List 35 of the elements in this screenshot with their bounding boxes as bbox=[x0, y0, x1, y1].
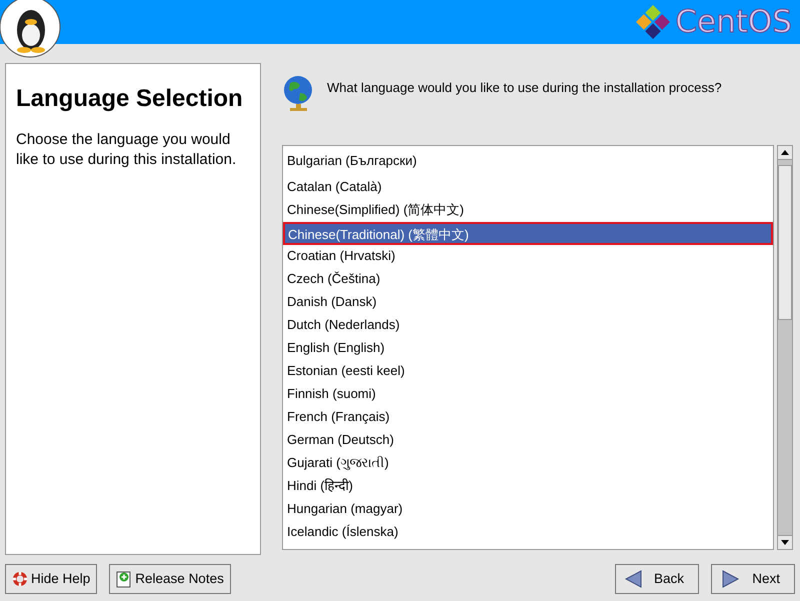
language-item[interactable]: Czech (Čeština) bbox=[283, 268, 773, 291]
question-text: What language would you like to use during the installation process? bbox=[327, 79, 723, 97]
language-item[interactable]: Dutch (Nederlands) bbox=[283, 314, 773, 337]
language-item[interactable]: Chinese(Simplified) (简体中文) bbox=[283, 199, 773, 222]
lifebuoy-icon bbox=[12, 571, 28, 587]
language-item[interactable]: English (English) bbox=[283, 337, 773, 360]
language-item[interactable]: Hindi (हिन्दी) bbox=[283, 475, 773, 498]
scrollbar[interactable] bbox=[777, 145, 793, 550]
help-title: Language Selection bbox=[16, 84, 243, 114]
language-item[interactable]: Icelandic (Íslenska) bbox=[283, 521, 773, 544]
document-plus-icon bbox=[116, 570, 132, 588]
language-item[interactable]: Catalan (Català) bbox=[283, 176, 773, 199]
language-item[interactable]: Finnish (suomi) bbox=[283, 383, 773, 406]
language-item[interactable]: German (Deutsch) bbox=[283, 429, 773, 452]
back-button[interactable]: Back bbox=[615, 564, 699, 594]
right-arrow-icon bbox=[720, 570, 740, 588]
language-item[interactable]: Estonian (eesti keel) bbox=[283, 360, 773, 383]
penguin-logo bbox=[0, 0, 62, 58]
language-item[interactable]: Bulgarian (Български) bbox=[283, 150, 773, 176]
language-item[interactable]: Hungarian (magyar) bbox=[283, 498, 773, 521]
scroll-down-icon[interactable] bbox=[778, 535, 792, 549]
language-item[interactable]: French (Français) bbox=[283, 406, 773, 429]
help-text: Choose the language you would like to use during this installation. bbox=[16, 130, 238, 170]
release-notes-button[interactable]: Release Notes bbox=[109, 564, 231, 594]
language-item[interactable]: Chinese(Traditional) (繁體中文) bbox=[283, 222, 773, 245]
hide-help-button[interactable]: Hide Help bbox=[5, 564, 98, 594]
language-item[interactable]: Croatian (Hrvatski) bbox=[283, 245, 773, 268]
left-arrow-icon bbox=[624, 570, 644, 588]
language-item[interactable]: Danish (Dansk) bbox=[283, 291, 773, 314]
language-item[interactable]: Gujarati (ગુજરાતી) bbox=[283, 452, 773, 475]
next-button[interactable]: Next bbox=[711, 564, 795, 594]
centos-logo-icon bbox=[635, 4, 672, 40]
language-list[interactable] bbox=[282, 145, 774, 550]
logo-text: CentOS bbox=[675, 6, 792, 38]
scroll-up-icon[interactable] bbox=[778, 146, 792, 160]
